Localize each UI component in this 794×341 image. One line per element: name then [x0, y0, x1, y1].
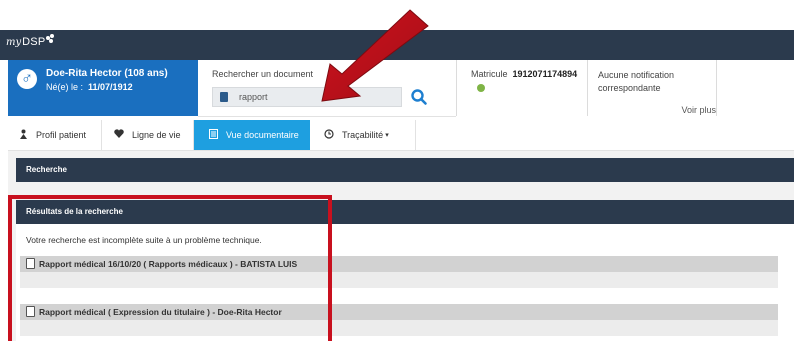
- tab-vue-documentaire[interactable]: Vue documentaire: [194, 120, 310, 150]
- person-icon: [18, 129, 28, 142]
- tab-label: Profil patient: [36, 130, 87, 140]
- document-icon: [208, 128, 218, 142]
- search-section-header[interactable]: Recherche: [16, 158, 794, 182]
- search-icon[interactable]: [410, 88, 428, 106]
- notification-text: Aucune notification correspondante: [598, 70, 675, 93]
- highlight-frame: [8, 195, 332, 341]
- search-field[interactable]: [212, 87, 402, 107]
- matricule: Matricule 1912071174894: [471, 69, 577, 79]
- matricule-value: 1912071174894: [512, 69, 578, 79]
- matricule-block: Matricule 1912071174894: [457, 60, 587, 116]
- search-input[interactable]: [239, 90, 389, 104]
- tab-label: Ligne de vie: [132, 130, 181, 140]
- chevron-down-icon: ▾: [385, 132, 389, 139]
- status-dot-icon: [477, 84, 485, 92]
- patient-birthdate: Né(e) le : 11/07/1912: [46, 82, 133, 92]
- tab-ligne-de-vie[interactable]: Ligne de vie: [102, 120, 194, 150]
- patient-header: ♂ Doe-Rita Hector (108 ans) Né(e) le : 1…: [8, 60, 198, 116]
- birth-label: Né(e) le :: [46, 82, 84, 92]
- document-icon: [220, 92, 228, 102]
- voir-plus-link[interactable]: Voir plus: [681, 105, 716, 115]
- notifications-block: Aucune notification correspondante Voir …: [588, 60, 716, 116]
- search-label: Rechercher un document: [212, 69, 314, 79]
- birth-date: 11/07/1912: [88, 82, 133, 92]
- logo-mark-icon: [46, 34, 55, 44]
- heart-icon: [114, 129, 124, 141]
- patient-name: Doe-Rita Hector (108 ans): [46, 68, 168, 79]
- top-bar: my DSP: [0, 30, 794, 60]
- tab-bar: Profil patient Ligne de vie Vue document…: [8, 120, 794, 151]
- tab-tracabilite[interactable]: Traçabilité ▾: [310, 120, 416, 150]
- document-search: Rechercher un document: [198, 60, 456, 117]
- app-logo[interactable]: my DSP: [6, 34, 55, 48]
- clock-icon: [324, 128, 334, 142]
- divider: [716, 60, 717, 116]
- tab-profil-patient[interactable]: Profil patient: [8, 120, 102, 150]
- male-symbol-icon: ♂: [17, 69, 37, 89]
- tab-label: Vue documentaire: [226, 130, 299, 140]
- tab-label: Traçabilité: [342, 130, 384, 140]
- matricule-label: Matricule: [471, 69, 508, 79]
